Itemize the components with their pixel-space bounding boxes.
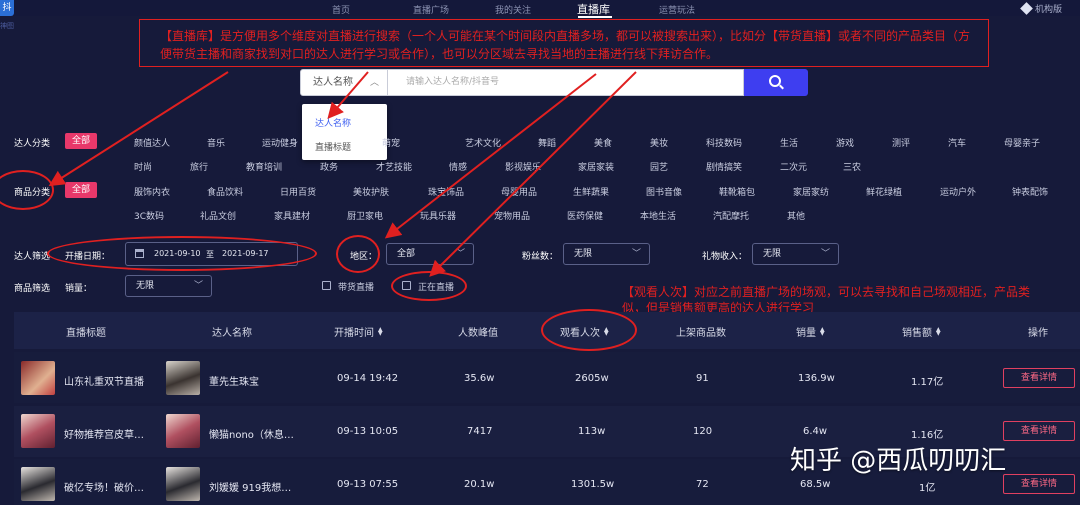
annotation-arrow <box>327 71 369 120</box>
annotation-arrow <box>48 71 229 187</box>
watermark: 知乎 @西瓜叨叨汇 <box>790 446 1007 476</box>
annotation-arrow <box>384 73 597 239</box>
annotation-arrow <box>429 71 637 277</box>
annotation-arrows <box>48 71 637 277</box>
